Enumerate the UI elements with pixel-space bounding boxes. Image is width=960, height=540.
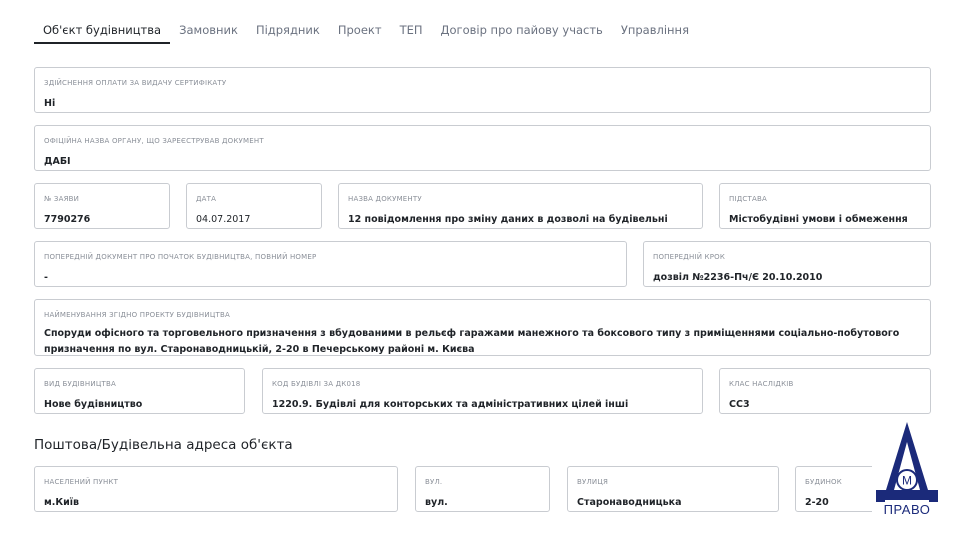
tab-management[interactable]: Управління	[612, 16, 698, 44]
address-section-title: Поштова/Будівельна адреса об'єкта	[34, 437, 293, 453]
previous-document-label: Попередній документ про початок будівниц…	[44, 253, 317, 261]
previous-step-label: Попередній крок	[653, 253, 726, 261]
dk018-code-label: Код будівлі за ДК018	[272, 380, 361, 388]
project-name-value: Споруди офісного та торговельного призна…	[44, 328, 900, 355]
settlement-label: Населений пункт	[44, 478, 119, 486]
consequence-class-field: Клас наслідків СС3	[719, 368, 931, 414]
previous-step-value: дозвіл №2236-Пч/Є 20.10.2010	[653, 272, 823, 283]
tab-customer[interactable]: Замовник	[170, 16, 247, 44]
date-value: 04.07.2017	[196, 214, 251, 225]
payment-field: Здійснення оплати за видачу сертифікату …	[34, 67, 931, 113]
tab-tep[interactable]: ТЕП	[391, 16, 432, 44]
application-number-value: 7790276	[44, 214, 91, 225]
application-number-label: № заяви	[44, 195, 80, 203]
dk018-code-value: 1220.9. Будівлі для конторських та адмін…	[272, 399, 629, 410]
street-type-field: Вул. вул.	[415, 466, 550, 512]
consequence-class-label: Клас наслідків	[729, 380, 794, 388]
previous-document-value: -	[44, 272, 48, 283]
date-field: Дата 04.07.2017	[186, 183, 322, 229]
project-name-label: Найменування згідно проекту будівництва	[44, 311, 230, 319]
authority-value: ДАБІ	[44, 156, 71, 167]
authority-label: Офіційна назва органу, що зареєстрував д…	[44, 137, 264, 145]
logo-inner-letter: M	[902, 474, 912, 488]
previous-document-field: Попередній документ про початок будівниц…	[34, 241, 627, 287]
street-field: Вулиця Старонаводницька	[567, 466, 779, 512]
tab-bar: Об'єкт будівництва Замовник Підрядник Пр…	[34, 16, 698, 44]
consequence-class-value: СС3	[729, 399, 750, 410]
previous-step-field: Попередній крок дозвіл №2236-Пч/Є 20.10.…	[643, 241, 931, 287]
document-name-value: 12 повідомлення про зміну даних в дозвол…	[348, 214, 668, 225]
application-number-field: № заяви 7790276	[34, 183, 170, 229]
street-label: Вулиця	[577, 478, 609, 486]
basis-label: Підстава	[729, 195, 767, 203]
construction-type-label: Вид будівництва	[44, 380, 116, 388]
settlement-value: м.Київ	[44, 497, 80, 508]
payment-label: Здійснення оплати за видачу сертифікату	[44, 79, 227, 87]
document-name-field: Назва документу 12 повідомлення про змін…	[338, 183, 703, 229]
basis-value: Містобудівні умови і обмеження	[729, 214, 908, 225]
tab-construction-object[interactable]: Об'єкт будівництва	[34, 16, 171, 44]
document-name-label: Назва документу	[348, 195, 422, 203]
street-type-value: вул.	[425, 497, 448, 508]
authority-field: Офіційна назва органу, що зареєстрував д…	[34, 125, 931, 171]
logo-text: ПРАВО	[872, 502, 942, 517]
construction-type-value: Нове будівництво	[44, 399, 143, 410]
dk018-code-field: Код будівлі за ДК018 1220.9. Будівлі для…	[262, 368, 703, 414]
tab-share-agreement[interactable]: Договір про пайову участь	[432, 16, 612, 44]
settlement-field: Населений пункт м.Київ	[34, 466, 398, 512]
street-value: Старонаводницька	[577, 497, 682, 508]
tab-contractor[interactable]: Підрядник	[247, 16, 329, 44]
project-name-field: Найменування згідно проекту будівництва …	[34, 299, 931, 356]
basis-field: Підстава Містобудівні умови і обмеження	[719, 183, 931, 229]
date-label: Дата	[196, 195, 217, 203]
street-type-label: Вул.	[425, 478, 443, 486]
construction-type-field: Вид будівництва Нове будівництво	[34, 368, 245, 414]
tab-project[interactable]: Проект	[329, 16, 391, 44]
payment-value: Ні	[44, 98, 56, 109]
